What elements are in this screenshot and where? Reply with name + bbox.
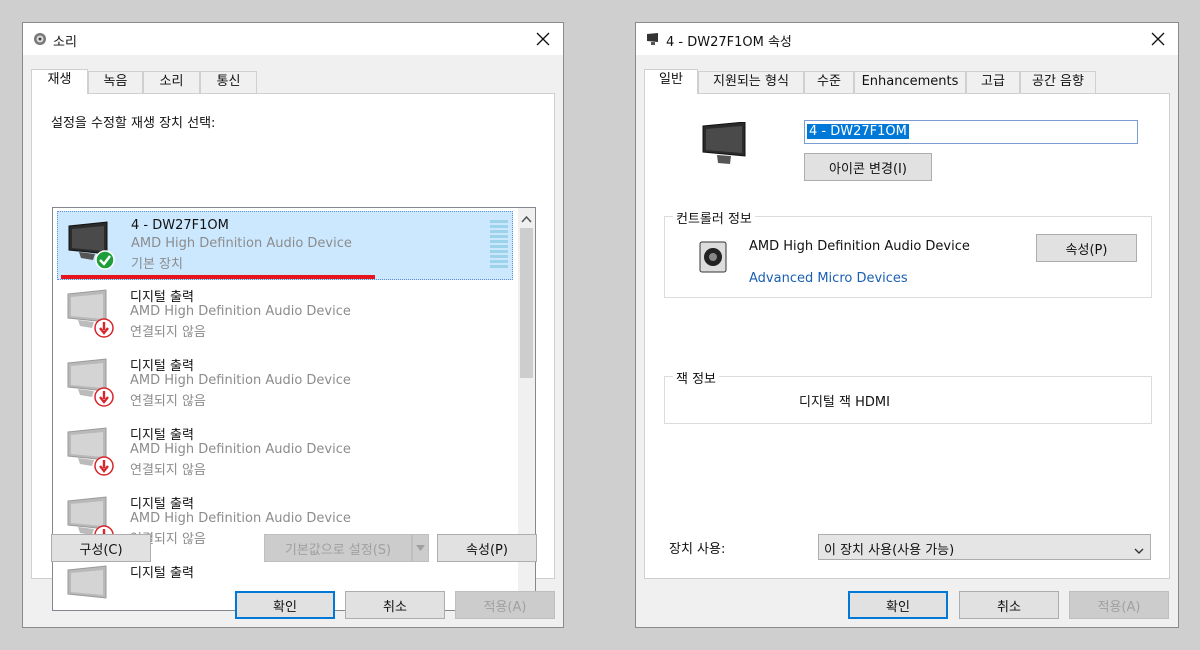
monitor-unplugged-icon (62, 426, 118, 476)
scroll-thumb[interactable] (520, 228, 533, 378)
device-driver: AMD High Definition Audio Device (130, 373, 351, 388)
vendor-link[interactable]: Advanced Micro Devices (749, 271, 908, 286)
volume-level-meter (490, 220, 508, 268)
tab-spatial-sound[interactable]: 공간 음향 (1020, 71, 1096, 93)
monitor-unplugged-icon (62, 357, 118, 407)
properties-dialog: 4 - DW27F1OM 속성 일반 지원되는 형식 수준 Enhancemen… (635, 22, 1179, 628)
set-default-dropdown[interactable] (412, 534, 429, 562)
device-usage-label: 장치 사용: (669, 542, 726, 557)
tab-recording[interactable]: 녹음 (88, 71, 143, 93)
device-driver: AMD High Definition Audio Device (131, 236, 352, 251)
properties-button[interactable]: 속성(P) (437, 534, 537, 562)
list-item-device[interactable]: 디지털 출력 AMD High Definition Audio Device … (57, 349, 513, 418)
configure-button[interactable]: 구성(C) (51, 534, 151, 562)
tab-playback[interactable]: 재생 (31, 69, 88, 94)
list-item-device[interactable]: 디지털 출력 AMD High Definition Audio Device … (57, 418, 513, 487)
playback-panel: 설정을 수정할 재생 장치 선택: 4 - DW27F1OM AMD High … (31, 93, 555, 611)
apply-button[interactable]: 적용(A) (455, 591, 555, 619)
tab-communications[interactable]: 통신 (200, 71, 257, 93)
device-state: 연결되지 않음 (130, 325, 206, 340)
speaker-icon (33, 32, 47, 46)
device-name: 디지털 출력 (130, 359, 194, 374)
properties-titlebar[interactable]: 4 - DW27F1OM 속성 (636, 23, 1178, 55)
device-state: 기본 장치 (131, 257, 183, 272)
tab-enhancements[interactable]: Enhancements (854, 71, 966, 93)
close-button[interactable] (1138, 23, 1178, 55)
controller-info-group: 컨트롤러 정보 AMD High Definition Audio Device… (664, 208, 1152, 298)
device-driver: AMD High Definition Audio Device (130, 442, 351, 457)
annotation-underline (61, 275, 375, 279)
device-name: 디지털 출력 (130, 566, 194, 581)
device-name: 디지털 출력 (130, 497, 194, 512)
device-name: 4 - DW27F1OM (131, 218, 229, 233)
instruction-text: 설정을 수정할 재생 장치 선택: (51, 116, 216, 131)
tab-levels[interactable]: 수준 (804, 71, 854, 93)
window-title: 4 - DW27F1OM 속성 (666, 35, 792, 50)
device-state: 연결되지 않음 (130, 463, 206, 478)
monitor-unplugged-icon (62, 564, 118, 610)
close-icon (1151, 32, 1165, 46)
cancel-button[interactable]: 취소 (345, 591, 445, 619)
list-item-device-default[interactable]: 4 - DW27F1OM AMD High Definition Audio D… (57, 211, 513, 280)
sound-dialog: 소리 재생 녹음 소리 통신 설정을 수정할 재생 장치 선택: 4 - DW2… (22, 22, 564, 628)
device-driver: AMD High Definition Audio Device (130, 304, 351, 319)
window-title: 소리 (53, 35, 77, 50)
device-monitor-icon (701, 121, 749, 172)
apply-button[interactable]: 적용(A) (1069, 591, 1169, 619)
jack-info-group: 잭 정보 디지털 잭 HDMI (664, 368, 1152, 424)
sound-titlebar[interactable]: 소리 (23, 23, 563, 55)
monitor-icon (63, 220, 119, 270)
list-item-device[interactable]: 디지털 출력 AMD High Definition Audio Device … (57, 280, 513, 349)
tab-general[interactable]: 일반 (644, 69, 698, 94)
tab-sounds[interactable]: 소리 (143, 71, 200, 93)
set-default-button[interactable]: 기본값으로 설정(S) (264, 534, 412, 562)
tab-advanced[interactable]: 고급 (966, 71, 1020, 93)
device-usage-value: 이 장치 사용(사용 가능) (824, 543, 955, 558)
ok-button[interactable]: 확인 (235, 591, 335, 619)
jack-value: 디지털 잭 HDMI (799, 395, 890, 410)
device-name: 디지털 출력 (130, 290, 194, 305)
monitor-unplugged-icon (62, 288, 118, 338)
device-name-input[interactable]: 4 - DW27F1OM (804, 120, 1138, 144)
close-icon (536, 32, 550, 46)
speaker-device-icon (699, 241, 727, 277)
change-icon-button[interactable]: 아이콘 변경(I) (804, 153, 932, 181)
ok-button[interactable]: 확인 (848, 591, 948, 619)
general-panel: 4 - DW27F1OM 아이콘 변경(I) 컨트롤러 정보 AMD High … (644, 93, 1170, 579)
chevron-down-icon (1134, 544, 1144, 559)
cancel-button[interactable]: 취소 (959, 591, 1059, 619)
controller-properties-button[interactable]: 속성(P) (1036, 234, 1137, 262)
monitor-icon (646, 32, 660, 46)
controller-device-name: AMD High Definition Audio Device (749, 239, 970, 254)
scroll-up-arrow-icon[interactable] (521, 212, 532, 227)
jack-group-label: 잭 정보 (673, 368, 720, 387)
device-driver: AMD High Definition Audio Device (130, 511, 351, 526)
close-button[interactable] (523, 23, 563, 55)
device-usage-select[interactable]: 이 장치 사용(사용 가능) (818, 534, 1151, 560)
controller-group-label: 컨트롤러 정보 (673, 208, 755, 227)
tab-supported-formats[interactable]: 지원되는 형식 (698, 71, 804, 93)
device-name: 디지털 출력 (130, 428, 194, 443)
device-name-value: 4 - DW27F1OM (807, 124, 909, 139)
device-state: 연결되지 않음 (130, 394, 206, 409)
chevron-down-icon (416, 545, 425, 551)
